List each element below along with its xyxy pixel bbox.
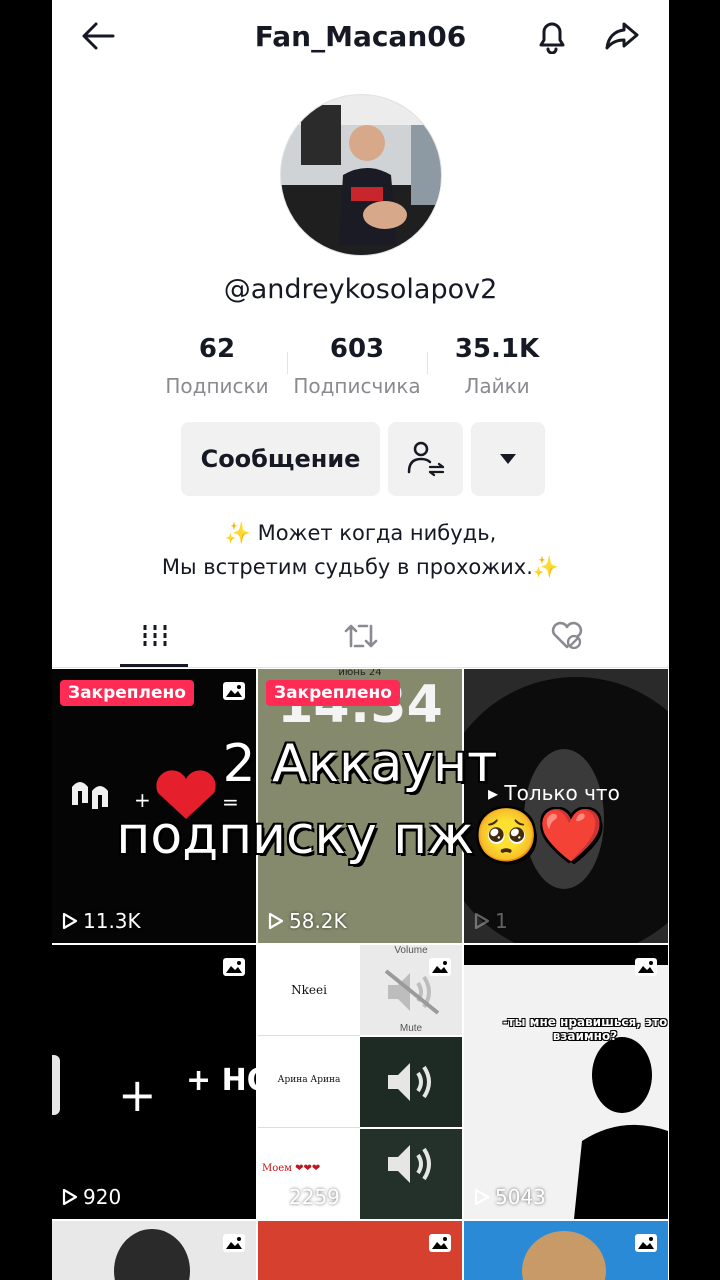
divider [258, 1127, 360, 1128]
avatar-photo [281, 95, 441, 255]
page-title: Fan_Macan06 [254, 20, 467, 53]
sparkles-icon: ✨ [532, 555, 560, 579]
dark-circle-thumbnail [464, 677, 668, 943]
video-tile[interactable]: Volume Mute Nkeei Арина Арина Моем ❤❤❤ 2… [258, 945, 462, 1219]
speaker-panel [360, 1129, 462, 1219]
following-stat[interactable]: 62 Подписки [147, 334, 287, 398]
liked-hidden-icon [551, 621, 582, 649]
share-icon [605, 22, 639, 50]
view-count: 58.2K [268, 909, 347, 933]
avatar[interactable] [280, 94, 442, 256]
tab-liked[interactable] [464, 604, 669, 667]
photo-icon [223, 958, 245, 976]
share-button[interactable] [600, 16, 644, 56]
play-icon [268, 1188, 284, 1206]
unfollow-button[interactable] [388, 422, 463, 496]
video-tile[interactable]: -ты мне нравишься, это взаимно? 5043 [464, 945, 668, 1219]
followers-label: Подписчика [293, 374, 421, 398]
bell-icon [539, 22, 565, 54]
play-icon [62, 912, 78, 930]
photo-icon [429, 958, 451, 976]
likes-count: 35.1K [454, 334, 540, 364]
tile-caption: + НОЧ ПРО [186, 1063, 256, 1098]
speaker-panel [360, 1037, 462, 1127]
photo-icon [223, 1234, 245, 1252]
caret-down-icon [500, 454, 516, 464]
video-tile[interactable] [464, 1221, 668, 1280]
active-tab-indicator [120, 664, 188, 667]
contact-label: Арина Арина [277, 1075, 341, 1085]
suggested-dropdown-button[interactable] [471, 422, 545, 496]
photo-icon [635, 958, 657, 976]
pinned-badge: Закреплено [266, 680, 400, 706]
silhouette-thumbnail [464, 945, 668, 1219]
profile-tabs [52, 604, 669, 668]
profile-bio: ✨ Может когда нибудь, Мы встретим судьбу… [52, 516, 669, 584]
photo-icon [429, 1234, 451, 1252]
contact-label: Nkeei [291, 983, 327, 997]
pinned-badge: Закреплено [60, 680, 194, 706]
video-tile[interactable] [52, 1221, 256, 1280]
bio-line-2: Мы встретим судьбу в прохожих.✨ [52, 550, 669, 584]
followers-stat[interactable]: 603 Подписчика [287, 334, 427, 398]
speaker-icon [388, 1145, 431, 1183]
view-count: 1 [474, 909, 508, 933]
svg-text:+: + [118, 1068, 157, 1122]
video-tile[interactable]: ▸ Только что 1 [464, 669, 668, 943]
view-count: 920 [62, 1185, 121, 1209]
bio-line-1: ✨ Может когда нибудь, [52, 516, 669, 550]
photo-icon [223, 682, 245, 700]
likes-label: Лайки [464, 374, 530, 398]
sparkles-icon: ✨ [224, 521, 251, 545]
videos-grid-icon [143, 624, 166, 647]
svg-text:+: + [134, 788, 151, 812]
play-icon [474, 912, 490, 930]
video-tile[interactable]: + + НОЧ ПРО 920 [52, 945, 256, 1219]
top-bar: Fan_Macan06 [52, 0, 669, 72]
photo-icon [635, 1234, 657, 1252]
likes-stat[interactable]: 35.1K Лайки [427, 334, 567, 398]
divider [258, 1035, 360, 1036]
message-button[interactable]: Сообщение [181, 422, 380, 496]
tab-videos[interactable] [52, 604, 257, 667]
tab-reposts[interactable] [258, 604, 463, 667]
followers-count: 603 [329, 334, 385, 364]
notification-button[interactable] [530, 16, 574, 56]
video-tile[interactable]: июнь 24 14:34 Закреплено 58.2K [258, 669, 462, 943]
tile-caption: -ты мне нравишься, это взаимно? [502, 1015, 668, 1043]
play-icon [62, 1188, 78, 1206]
bio-text-2: Мы встретим судьбу в прохожих. [161, 555, 533, 579]
play-icon [474, 1188, 490, 1206]
airpods-heart-thumbnail: + = [72, 770, 239, 819]
video-tile[interactable]: + = Закреплено 11.3K [52, 669, 256, 943]
profile-screen: Fan_Macan06 @andreykosolapov2 62 Подписк… [52, 0, 669, 1280]
svg-text:=: = [222, 790, 239, 814]
contact-label: Моем ❤❤❤ [262, 1163, 321, 1174]
volume-label: Volume [394, 945, 428, 956]
view-count: 5043 [474, 1185, 546, 1209]
mute-label: Mute [399, 1023, 423, 1034]
view-count: 11.3K [62, 909, 141, 933]
bio-text-1: Может когда нибудь, [257, 521, 497, 545]
username: @andreykosolapov2 [223, 274, 498, 305]
user-swap-icon [407, 441, 444, 477]
following-count: 62 [198, 334, 236, 364]
repost-icon [344, 624, 377, 647]
speaker-icon [388, 1063, 431, 1101]
profile-stats: 62 Подписки 603 Подписчика 35.1K Лайки [147, 334, 567, 404]
following-label: Подписки [165, 374, 269, 398]
tile-caption: ▸ Только что [488, 781, 620, 805]
video-tile[interactable] [258, 1221, 462, 1280]
view-count: 2259 [268, 1185, 340, 1209]
play-icon [268, 912, 284, 930]
